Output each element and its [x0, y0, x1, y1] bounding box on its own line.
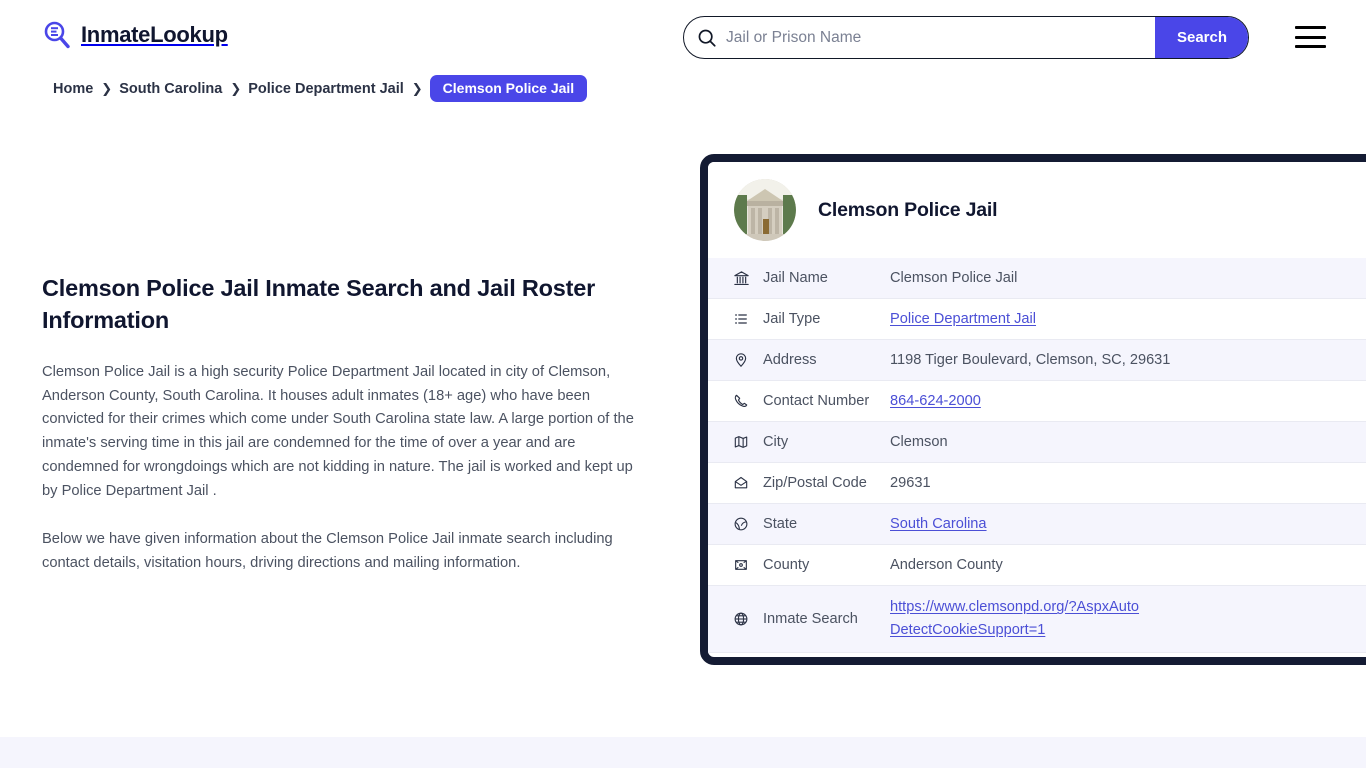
- row-value: https://www.clemsonpd.org/?AspxAutoDetec…: [890, 596, 1148, 641]
- row-value: South Carolina: [890, 513, 987, 536]
- page-root: InmateLookup Search Home ❯ South Carolin…: [0, 0, 1366, 768]
- row-label: Jail Name: [763, 270, 828, 286]
- table-row: City Clemson: [708, 422, 1366, 463]
- breadcrumb-item-jail-type[interactable]: Police Department Jail: [248, 81, 404, 97]
- state-link[interactable]: South Carolina: [890, 516, 987, 532]
- main-content-column: Clemson Police Jail Inmate Search and Ja…: [42, 272, 634, 599]
- row-value: Anderson County: [890, 556, 1003, 573]
- phone-icon: [730, 392, 752, 410]
- search-input[interactable]: [722, 17, 1155, 58]
- page-title: Clemson Police Jail Inmate Search and Ja…: [42, 275, 596, 334]
- list-icon: [730, 310, 752, 328]
- phone-link[interactable]: 864-624-2000: [890, 393, 981, 409]
- chevron-right-icon: ❯: [411, 81, 423, 96]
- brand-name: InmateLookup: [81, 22, 228, 47]
- table-row: Contact Number 864-624-2000: [708, 381, 1366, 422]
- row-value: 1198 Tiger Boulevard, Clemson, SC, 29631: [890, 351, 1171, 368]
- row-label: Contact Number: [763, 393, 870, 409]
- table-row: Zip/Postal Code 29631: [708, 463, 1366, 504]
- site-header: InmateLookup Search: [0, 0, 1366, 74]
- row-label: Address: [763, 352, 817, 368]
- description-paragraph-1: Clemson Police Jail is a high security P…: [42, 363, 634, 499]
- row-label: State: [763, 516, 798, 532]
- row-value: 29631: [890, 474, 931, 491]
- breadcrumb-item-state[interactable]: South Carolina: [119, 81, 222, 97]
- footer-band: [0, 737, 1366, 768]
- globe-icon: [730, 515, 752, 533]
- hamburger-bar: [1295, 26, 1326, 29]
- row-label: Jail Type: [763, 311, 821, 327]
- row-label: County: [763, 557, 810, 573]
- breadcrumb: Home ❯ South Carolina ❯ Police Departmen…: [53, 75, 588, 102]
- brand-logo[interactable]: InmateLookup: [42, 20, 228, 50]
- table-row: State South Carolina: [708, 504, 1366, 545]
- search-button[interactable]: Search: [1155, 17, 1248, 58]
- bank-icon: [730, 269, 752, 287]
- chevron-right-icon: ❯: [101, 81, 113, 96]
- search-logo-icon: [42, 20, 72, 50]
- description-paragraph-2: Below we have given information about th…: [42, 530, 613, 571]
- hamburger-menu-icon[interactable]: [1295, 26, 1326, 48]
- jail-info-table: Jail Name Clemson Police Jail Jail Type …: [708, 258, 1366, 653]
- table-row: Jail Name Clemson Police Jail: [708, 258, 1366, 299]
- search-icon: [684, 28, 722, 48]
- hamburger-bar: [1295, 35, 1326, 39]
- card-title: Clemson Police Jail: [818, 198, 998, 221]
- row-value: Clemson: [890, 433, 948, 450]
- search-bar[interactable]: Search: [683, 16, 1249, 59]
- map-pin-icon: [730, 351, 752, 369]
- world-icon: [730, 610, 752, 628]
- inmate-search-link[interactable]: https://www.clemsonpd.org/?AspxAutoDetec…: [890, 599, 1139, 638]
- row-value: Police Department Jail: [890, 308, 1036, 331]
- row-label: City: [763, 434, 789, 450]
- map-icon: [730, 433, 752, 451]
- card-header: Clemson Police Jail: [708, 162, 1366, 258]
- row-label: Zip/Postal Code: [763, 475, 867, 491]
- row-value: Clemson Police Jail: [890, 269, 1018, 286]
- row-label: Inmate Search: [763, 611, 858, 627]
- table-row: County Anderson County: [708, 545, 1366, 586]
- table-row: Jail Type Police Department Jail: [708, 299, 1366, 340]
- hamburger-bar: [1295, 45, 1326, 48]
- county-icon: [730, 556, 752, 574]
- envelope-icon: [730, 474, 752, 492]
- chevron-right-icon: ❯: [230, 81, 242, 96]
- breadcrumb-item-current: Clemson Police Jail: [429, 75, 588, 102]
- row-value: 864-624-2000: [890, 390, 981, 413]
- table-row: Inmate Search https://www.clemsonpd.org/…: [708, 586, 1366, 653]
- jail-type-link[interactable]: Police Department Jail: [890, 311, 1036, 327]
- breadcrumb-item-home[interactable]: Home: [53, 81, 93, 97]
- table-row: Address 1198 Tiger Boulevard, Clemson, S…: [708, 340, 1366, 381]
- courthouse-photo: [734, 179, 796, 241]
- jail-info-card: Clemson Police Jail Jail Name Clemson Po…: [700, 154, 1366, 665]
